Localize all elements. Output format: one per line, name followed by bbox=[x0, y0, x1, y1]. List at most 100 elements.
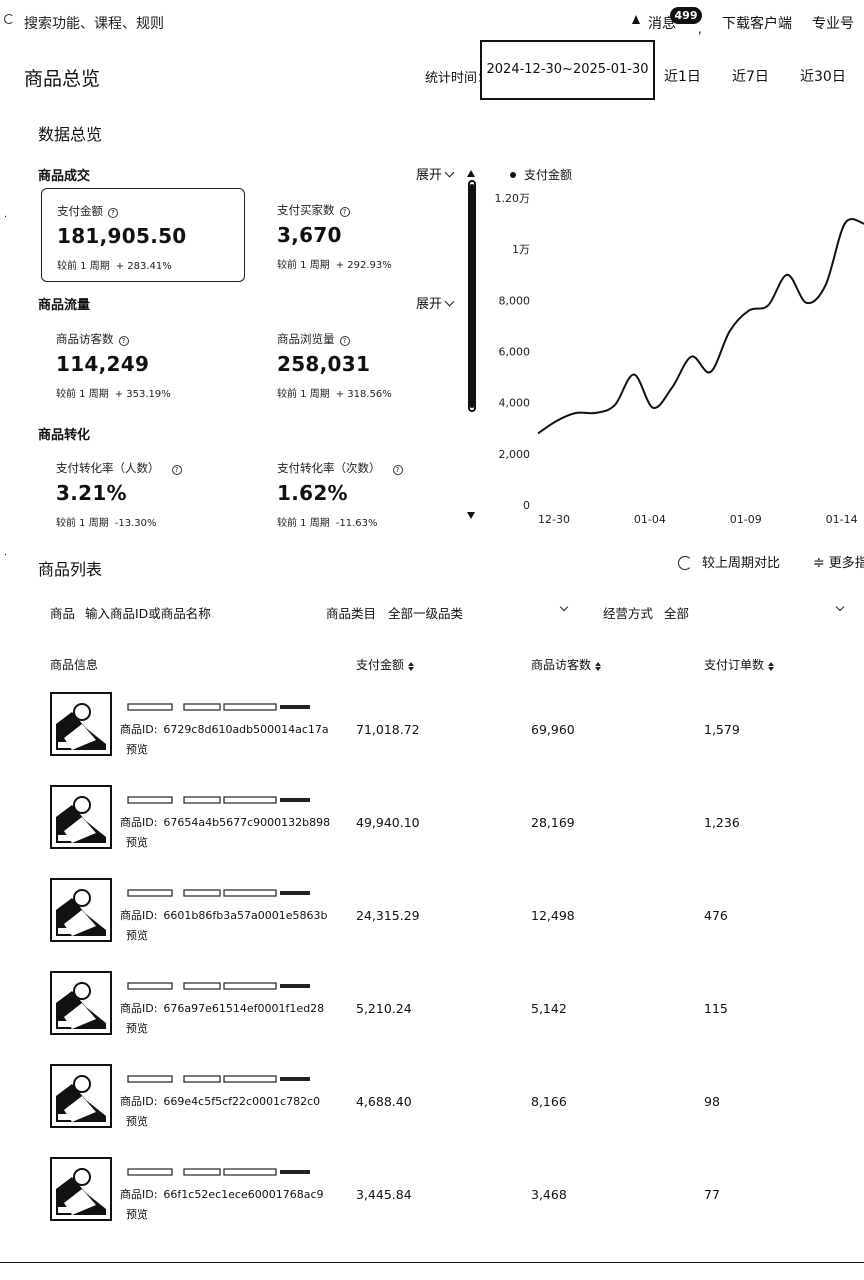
pro-account-link[interactable]: 专业号 bbox=[812, 13, 854, 33]
preview-link[interactable]: 预览 bbox=[126, 927, 148, 943]
cell-orders: 115 bbox=[704, 1001, 728, 1016]
sort-icon[interactable] bbox=[595, 662, 602, 671]
metric-card-buyers[interactable]: 支付买家数? 3,670 较前 1 周期 + 292.93% bbox=[262, 188, 466, 282]
bell-icon[interactable] bbox=[630, 14, 642, 26]
product-thumbnail[interactable] bbox=[50, 878, 112, 942]
edge-mark: · bbox=[4, 550, 8, 561]
table-row[interactable]: 商品ID: 6729c8d610adb500014ac17a 预览 71,018.72… bbox=[0, 690, 864, 783]
preview-link[interactable]: 预览 bbox=[126, 1113, 148, 1129]
info-icon[interactable]: ? bbox=[339, 207, 350, 217]
info-icon[interactable]: ? bbox=[392, 465, 403, 475]
product-list-title: 商品列表 bbox=[38, 560, 103, 579]
table-row[interactable]: 商品ID: 67654a4b5677c9000132b898 预览 49,940.10… bbox=[0, 783, 864, 876]
global-search-input[interactable]: 搜索功能、课程、规则 bbox=[24, 13, 164, 33]
x-tick-label: 12-30 bbox=[538, 513, 570, 526]
group-title-transaction: 商品成交 bbox=[38, 169, 91, 184]
table-row[interactable]: 商品ID: 669e4c5f5cf22c0001c782c0 预览 4,688.40 8… bbox=[0, 1062, 864, 1155]
metric-value: 114,249 bbox=[56, 352, 150, 376]
toggle-icon[interactable] bbox=[678, 556, 692, 570]
cell-visitors: 3,468 bbox=[531, 1187, 567, 1202]
cell-orders: 98 bbox=[704, 1094, 720, 1109]
range-30d-button[interactable]: 近30日 bbox=[800, 66, 846, 86]
edge-mark: · bbox=[4, 212, 8, 223]
metric-label: 支付金额? bbox=[57, 203, 118, 219]
metric-compare: 较前 1 周期 + 292.93% bbox=[277, 260, 392, 271]
preview-link[interactable]: 预览 bbox=[126, 834, 148, 850]
chart-legend[interactable]: 支付金额 bbox=[510, 166, 572, 183]
product-thumbnail[interactable] bbox=[50, 785, 112, 849]
scroll-up-arrow-icon[interactable] bbox=[467, 170, 475, 177]
category-select[interactable]: 全部一级品类 bbox=[388, 603, 463, 622]
preview-link[interactable]: 预览 bbox=[126, 741, 148, 757]
product-title-redacted bbox=[127, 1075, 310, 1083]
category-filter-label: 商品类目 bbox=[326, 606, 377, 621]
cell-visitors: 69,960 bbox=[531, 722, 575, 737]
cell-orders: 1,236 bbox=[704, 815, 740, 830]
table-row[interactable]: 商品ID: 66f1c52ec1ece60001768ac9 预览 3,445.84 3… bbox=[0, 1155, 864, 1248]
column-header-info: 商品信息 bbox=[50, 658, 99, 672]
sort-icon[interactable] bbox=[768, 662, 775, 671]
product-thumbnail[interactable] bbox=[50, 1157, 112, 1221]
overview-title: 数据总览 bbox=[38, 125, 103, 144]
search-icon[interactable] bbox=[4, 14, 14, 24]
more-metrics-button[interactable]: ≑ 更多指 bbox=[813, 552, 864, 571]
metric-card-visitors[interactable]: 商品访客数? 114,249 较前 1 周期 + 353.19% bbox=[41, 317, 245, 411]
chevron-down-icon[interactable] bbox=[559, 602, 569, 612]
metric-compare: 较前 1 周期 -11.63% bbox=[277, 518, 378, 529]
download-client-link[interactable]: 下载客户端 bbox=[722, 13, 792, 33]
product-search-input[interactable]: 输入商品ID或商品名称 bbox=[85, 603, 211, 622]
cell-visitors: 5,142 bbox=[531, 1001, 567, 1016]
preview-link[interactable]: 预览 bbox=[126, 1020, 148, 1036]
info-icon[interactable]: ? bbox=[108, 208, 118, 218]
payment-trend-chart: 0 2,000 4,000 6,000 8,000 1万 1.20万 12-30 01-04 01… bbox=[495, 192, 864, 526]
metric-compare: 较前 1 周期 + 318.56% bbox=[277, 389, 392, 400]
product-thumbnail[interactable] bbox=[50, 692, 112, 756]
date-range-picker[interactable]: 2024-12-30~2025-01-30 bbox=[480, 40, 655, 100]
cell-visitors: 12,498 bbox=[531, 908, 575, 923]
expand-label: 展开 bbox=[416, 297, 443, 312]
table-row[interactable]: 商品ID: 6601b86fb3a57a0001e5863b 预览 24,315.29… bbox=[0, 876, 864, 969]
product-thumbnail[interactable] bbox=[50, 971, 112, 1035]
scrollbar-thumb[interactable] bbox=[470, 184, 474, 408]
x-tick-label: 01-04 bbox=[634, 513, 666, 526]
group-title-conversion: 商品转化 bbox=[38, 428, 91, 443]
product-thumbnail[interactable] bbox=[50, 1064, 112, 1128]
filter-icon: ≑ bbox=[813, 555, 825, 571]
range-1d-button[interactable]: 近1日 bbox=[664, 66, 701, 86]
metric-label: 商品浏览量? bbox=[277, 331, 350, 347]
y-tick-label: 0 bbox=[523, 499, 530, 512]
metric-value: 181,905.50 bbox=[57, 224, 187, 248]
metric-card-conv-users[interactable]: 支付转化率（人数）? 3.21% 较前 1 周期 -13.30% bbox=[41, 446, 245, 540]
metric-value: 258,031 bbox=[277, 352, 371, 376]
table-row[interactable]: 商品ID: 676a97e61514ef0001f1ed28 预览 5,210.24 5… bbox=[0, 969, 864, 1062]
info-icon[interactable]: ? bbox=[118, 336, 129, 346]
mode-select[interactable]: 全部 bbox=[664, 603, 689, 622]
more-metrics-label: 更多指 bbox=[828, 556, 864, 571]
metric-card-conv-times[interactable]: 支付转化率（次数）? 1.62% 较前 1 周期 -11.63% bbox=[262, 446, 466, 540]
chevron-down-icon[interactable] bbox=[835, 602, 845, 612]
sort-icon[interactable] bbox=[408, 662, 415, 671]
expand-transaction-button[interactable]: 展开 bbox=[416, 164, 455, 183]
metric-card-pay-amount[interactable]: 支付金额? 181,905.50 较前 1 周期 + 283.41% bbox=[41, 188, 245, 282]
column-header-amount[interactable]: 支付金额 bbox=[356, 656, 415, 673]
metric-card-pageviews[interactable]: 商品浏览量? 258,031 较前 1 周期 + 318.56% bbox=[262, 317, 466, 411]
cell-visitors: 8,166 bbox=[531, 1094, 567, 1109]
series-line-pay-amount[interactable] bbox=[537, 218, 864, 435]
legend-dot-icon bbox=[510, 172, 516, 178]
preview-link[interactable]: 预览 bbox=[126, 1206, 148, 1222]
y-tick-label: 1万 bbox=[512, 243, 530, 256]
compare-period-toggle[interactable]: 较上周期对比 bbox=[678, 552, 780, 571]
info-icon[interactable]: ? bbox=[171, 465, 182, 475]
info-icon[interactable]: ? bbox=[339, 336, 350, 346]
expand-traffic-button[interactable]: 展开 bbox=[416, 293, 455, 312]
product-filter-label: 商品 bbox=[50, 606, 76, 621]
legend-label: 支付金额 bbox=[524, 168, 573, 182]
scroll-down-arrow-icon[interactable] bbox=[467, 512, 475, 519]
metric-value: 3,670 bbox=[277, 223, 342, 247]
product-title-redacted bbox=[127, 796, 310, 804]
column-header-orders[interactable]: 支付订单数 bbox=[704, 656, 775, 673]
column-header-visitors[interactable]: 商品访客数 bbox=[531, 656, 602, 673]
chevron-down-icon bbox=[444, 296, 455, 307]
product-id: 商品ID: 67654a4b5677c9000132b898 bbox=[120, 816, 331, 829]
range-7d-button[interactable]: 近7日 bbox=[732, 66, 769, 86]
